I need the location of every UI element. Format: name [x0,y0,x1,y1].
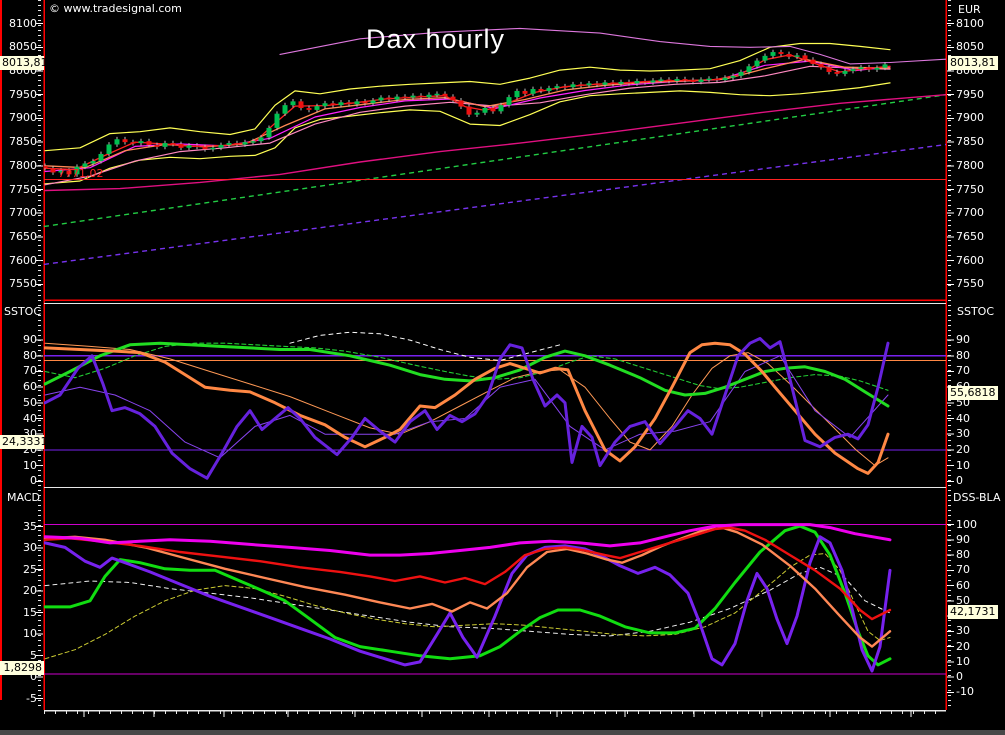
tick-label: 7600 [0,255,37,267]
tick-label: 70 [956,365,1005,377]
tick-label: 7950 [0,89,37,101]
tick-label: 7900 [956,112,1005,124]
price-current-value-badge-left: 8013,81 [0,56,44,70]
tick-label: 90 [956,534,1005,546]
tick-label: 70 [0,365,37,377]
tick-label: 7600 [956,255,1005,267]
left-axis-labels: 8100805080007950790078507800775077007650… [0,0,37,735]
tick-label: 60 [0,381,37,393]
tick-label: 15 [0,607,37,619]
macd-value-badge-left: 1,8298 [0,661,44,675]
tick-label: 80 [0,350,37,362]
tick-label: 20 [0,585,37,597]
price-current-value-badge-right: 8013,81 [948,56,998,70]
tick-label: 10 [0,628,37,640]
tick-label: 0 [0,475,37,487]
tick-label: 30 [956,428,1005,440]
tick-label: 90 [956,334,1005,346]
tick-label: -5 [0,693,37,705]
tick-label: -10 [956,686,1005,698]
tick-label: 8100 [0,18,37,30]
tick-label: 10 [0,460,37,472]
tick-label: 7700 [956,207,1005,219]
tick-label: 100 [956,519,1005,531]
tick-label: 7700 [0,207,37,219]
tick-label: 8050 [0,41,37,53]
tick-label: 7800 [0,160,37,172]
tick-label: 0 [956,671,1005,683]
tick-label: 80 [956,549,1005,561]
tick-label: 7850 [956,136,1005,148]
tick-label: 7550 [956,278,1005,290]
stochastic-plot-area[interactable] [44,304,946,487]
tick-label: 30 [0,542,37,554]
tick-label: 7750 [0,184,37,196]
tick-label: 40 [956,413,1005,425]
tick-label: 50 [0,397,37,409]
price-plot-area[interactable] [44,8,946,300]
tick-label: 40 [0,413,37,425]
tick-label: 8050 [956,41,1005,53]
dss-value-badge-right: 42,1731 [948,605,998,619]
tick-label: 7950 [956,89,1005,101]
tick-label: 60 [956,580,1005,592]
tick-label: 7650 [0,231,37,243]
tick-label: 5 [0,650,37,662]
bottom-scroll-strip [0,730,1005,735]
right-axis-labels: 8100 8050 80 0 0 7950 7900 7850 7800 7750 7700 7650… [956,0,1005,735]
tick-label: 7900 [0,112,37,124]
tradesignal-chart-window: © www.tradesignal.com Dax hourly EUR SST… [0,0,1005,735]
tick-label: 20 [956,641,1005,653]
tick-label: 10 [956,460,1005,472]
tick-label: 30 [956,625,1005,637]
tick-label: 20 [956,444,1005,456]
tick-label: 7650 [956,231,1005,243]
tick-label: 0 [956,475,1005,487]
tick-label: 10 [956,656,1005,668]
tick-label: 80 [956,350,1005,362]
bottom-axis-labels: 27.28.Okt2.3.4.5.8.9.10.11.12.16:00 [0,711,1005,731]
tick-label: 8100 [956,18,1005,30]
tick-label: 35 [0,521,37,533]
right-axis-minor-ticks [948,0,951,710]
tick-label: 90 [0,334,37,346]
tick-label: 25 [0,564,37,576]
tick-label: 7750 [956,184,1005,196]
macd-plot-area[interactable] [44,491,946,710]
left-axis-minor-ticks [38,0,41,710]
tick-label: 7550 [0,278,37,290]
stochastic-value-badge-left: 24,3331 [0,435,44,449]
tick-label: 7850 [0,136,37,148]
tick-label: 70 [956,564,1005,576]
bottom-axis-minor-ticks [44,711,946,714]
stochastic-value-badge-right: 55,6818 [948,386,998,400]
tick-label: 7800 [956,160,1005,172]
